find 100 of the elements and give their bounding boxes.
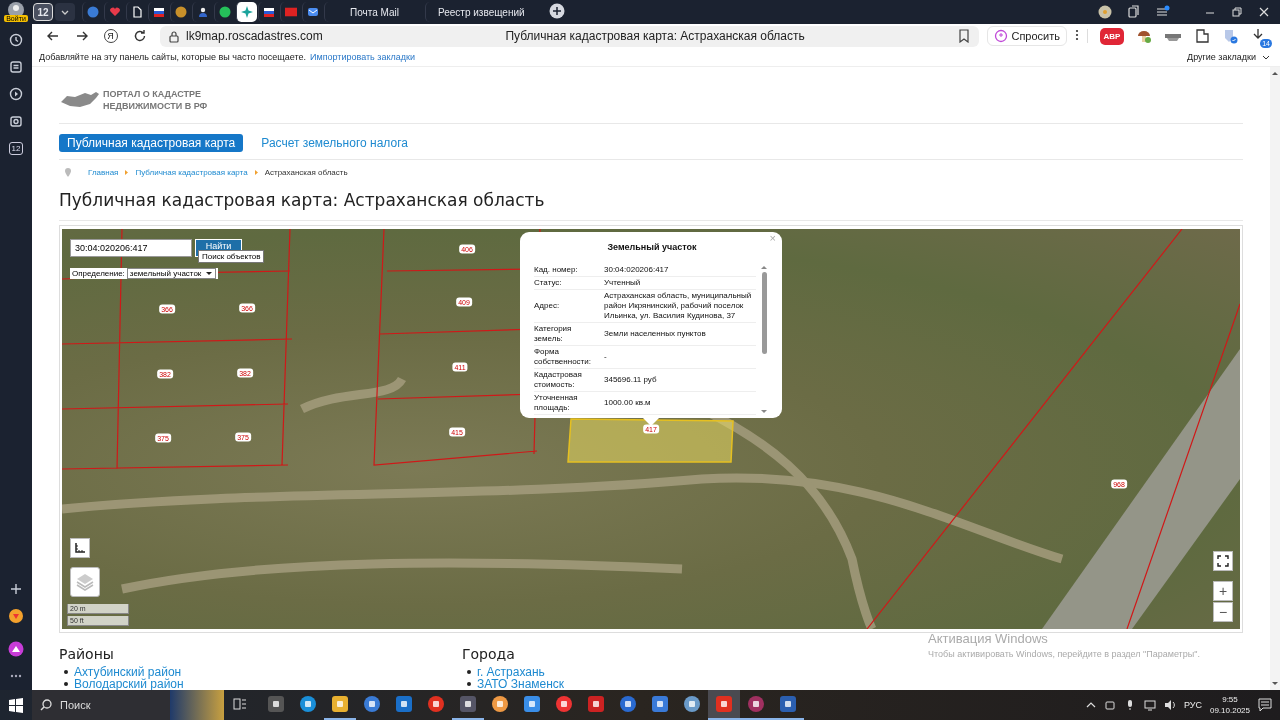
tab-counter-button[interactable]: 12: [8, 141, 24, 155]
bookmark-icon[interactable]: [957, 29, 972, 43]
fullscreen-icon: [1217, 555, 1229, 567]
app-icon: [779, 695, 797, 713]
more-icon[interactable]: [10, 674, 22, 678]
circle-icon: [87, 6, 99, 18]
kebab-menu-icon[interactable]: [1075, 28, 1079, 41]
selected-parcel[interactable]: [567, 418, 734, 463]
speaker-icon[interactable]: [1163, 699, 1176, 711]
field-label: Определение:: [72, 269, 125, 278]
search-field[interactable]: 30:04:020206:417: [70, 239, 192, 257]
zoom-in-button[interactable]: +: [1213, 581, 1233, 601]
property-label: Статус:: [534, 276, 604, 290]
shield-check-icon[interactable]: [1222, 28, 1238, 44]
restore-icon[interactable]: [1231, 6, 1243, 18]
taskbar-app-button[interactable]: [708, 690, 740, 720]
tab-count-button[interactable]: 12: [33, 3, 53, 21]
network-icon[interactable]: [1143, 699, 1156, 711]
app-icon[interactable]: [8, 608, 24, 624]
breadcrumb-link[interactable]: Главная: [88, 167, 119, 177]
breadcrumb-link[interactable]: Публичная кадастровая карта: [135, 167, 248, 177]
adblock-button[interactable]: ABP: [1100, 27, 1124, 45]
meet-now-icon[interactable]: [1103, 699, 1116, 711]
forward-arrow-icon[interactable]: [74, 29, 89, 43]
windows-logo-icon[interactable]: [9, 697, 23, 713]
notification-icon[interactable]: [1258, 698, 1272, 712]
circle-icon: [175, 6, 187, 18]
other-bookmarks-button[interactable]: Другие закладки: [1187, 52, 1270, 62]
definition-select[interactable]: земельный участок: [126, 268, 217, 279]
popup-scrollbar[interactable]: [760, 264, 768, 415]
new-tab-icon[interactable]: [548, 3, 565, 19]
flag-icon: [263, 6, 275, 18]
bullet-icon: [467, 682, 471, 686]
section-heading: Районы: [59, 646, 115, 662]
task-view-icon[interactable]: [233, 697, 247, 711]
scroll-up-icon: [1271, 70, 1279, 76]
assistant-icon[interactable]: [8, 641, 24, 657]
puzzle-icon[interactable]: [1194, 28, 1210, 44]
mushroom-icon[interactable]: [1136, 28, 1152, 44]
property-label: Уточненная площадь:: [534, 391, 604, 415]
app-icon: [619, 695, 637, 713]
page-heading: Публичная кадастровая карта: Астраханская область: [59, 190, 546, 210]
layers-icon: [75, 572, 95, 592]
import-bookmarks-link[interactable]: Импортировать закладки: [310, 52, 415, 62]
browser-tab[interactable]: Реестр извещений: [425, 2, 537, 22]
app-icon: [395, 695, 413, 713]
browser-tab[interactable]: [236, 2, 257, 22]
notes-icon[interactable]: [9, 60, 23, 74]
search-highlight-picture: [170, 690, 224, 720]
list-link[interactable]: Ахтубинский район: [74, 666, 182, 678]
property-value: Астраханская область, муниципальный район Икрянинский, рабочий поселок Ильинка, ул. Василия Кудинова, 37: [604, 289, 756, 323]
list-link[interactable]: Володарский район: [74, 678, 184, 690]
search-icon: [40, 699, 52, 711]
nav-tab[interactable]: Расчет земельного налога: [253, 134, 416, 152]
location-pin-icon: [64, 167, 72, 177]
property-value: -: [604, 345, 756, 369]
breadcrumb-arrow-icon: [253, 168, 259, 176]
camera-icon[interactable]: [9, 114, 23, 128]
list-link[interactable]: ЗАТО Знаменск: [477, 678, 565, 690]
zoom-out-button[interactable]: −: [1213, 602, 1233, 622]
menu-icon[interactable]: [1156, 5, 1170, 19]
breadcrumb-arrow-icon: [124, 168, 130, 176]
address-bar[interactable]: lk9map.roscadastres.com Публичная кадастровая карта: Астраханская область: [160, 25, 980, 47]
reload-icon[interactable]: [132, 29, 147, 43]
fullscreen-button[interactable]: [1213, 551, 1233, 571]
property-label: Кадастровая стоимость:: [534, 368, 604, 392]
tabs-dropdown-button[interactable]: [55, 3, 75, 21]
property-label: Адрес:: [534, 289, 604, 323]
chevron-up-icon[interactable]: [1085, 700, 1096, 710]
plus-icon[interactable]: [10, 583, 22, 595]
ask-button[interactable]: Спросить: [987, 26, 1067, 46]
app-icon: [331, 695, 349, 713]
section-heading: Города: [462, 646, 516, 662]
measure-button[interactable]: [70, 538, 90, 558]
taskbar-clock[interactable]: 9:55 09.10.2025: [1209, 694, 1250, 716]
close-icon[interactable]: [1258, 6, 1270, 18]
nav-tab[interactable]: Публичная кадастровая карта: [59, 134, 244, 152]
page-scrollbar[interactable]: [1270, 67, 1280, 690]
back-arrow-icon[interactable]: [45, 29, 60, 43]
chevron-icon: [1262, 53, 1270, 61]
ruler-icon: [74, 542, 86, 554]
popup-title: Земельный участок: [606, 242, 698, 252]
collections-icon[interactable]: [1127, 5, 1141, 19]
property-label: Кад. номер:: [534, 264, 604, 277]
app-icon: [587, 695, 605, 713]
browser-tab[interactable]: Почта Mail: [324, 2, 424, 22]
activation-title: Активация Windows: [928, 631, 1049, 646]
play-icon[interactable]: [9, 87, 23, 101]
language-indicator[interactable]: РУС: [1183, 700, 1202, 710]
history-icon[interactable]: [9, 33, 23, 47]
lock-icon: [168, 29, 180, 43]
property-value: 30:04:020206:417: [604, 264, 756, 277]
taskbar-search-field[interactable]: Поиск: [32, 690, 170, 720]
profile-icon[interactable]: [1098, 5, 1112, 19]
list-link[interactable]: г. Астрахань: [477, 666, 545, 678]
logo-icon: [285, 6, 297, 18]
property-value: Земли населенных пунктов: [604, 322, 756, 346]
app-icon: [651, 695, 669, 713]
circle-icon: [219, 6, 231, 18]
bullet-icon: [64, 670, 68, 674]
